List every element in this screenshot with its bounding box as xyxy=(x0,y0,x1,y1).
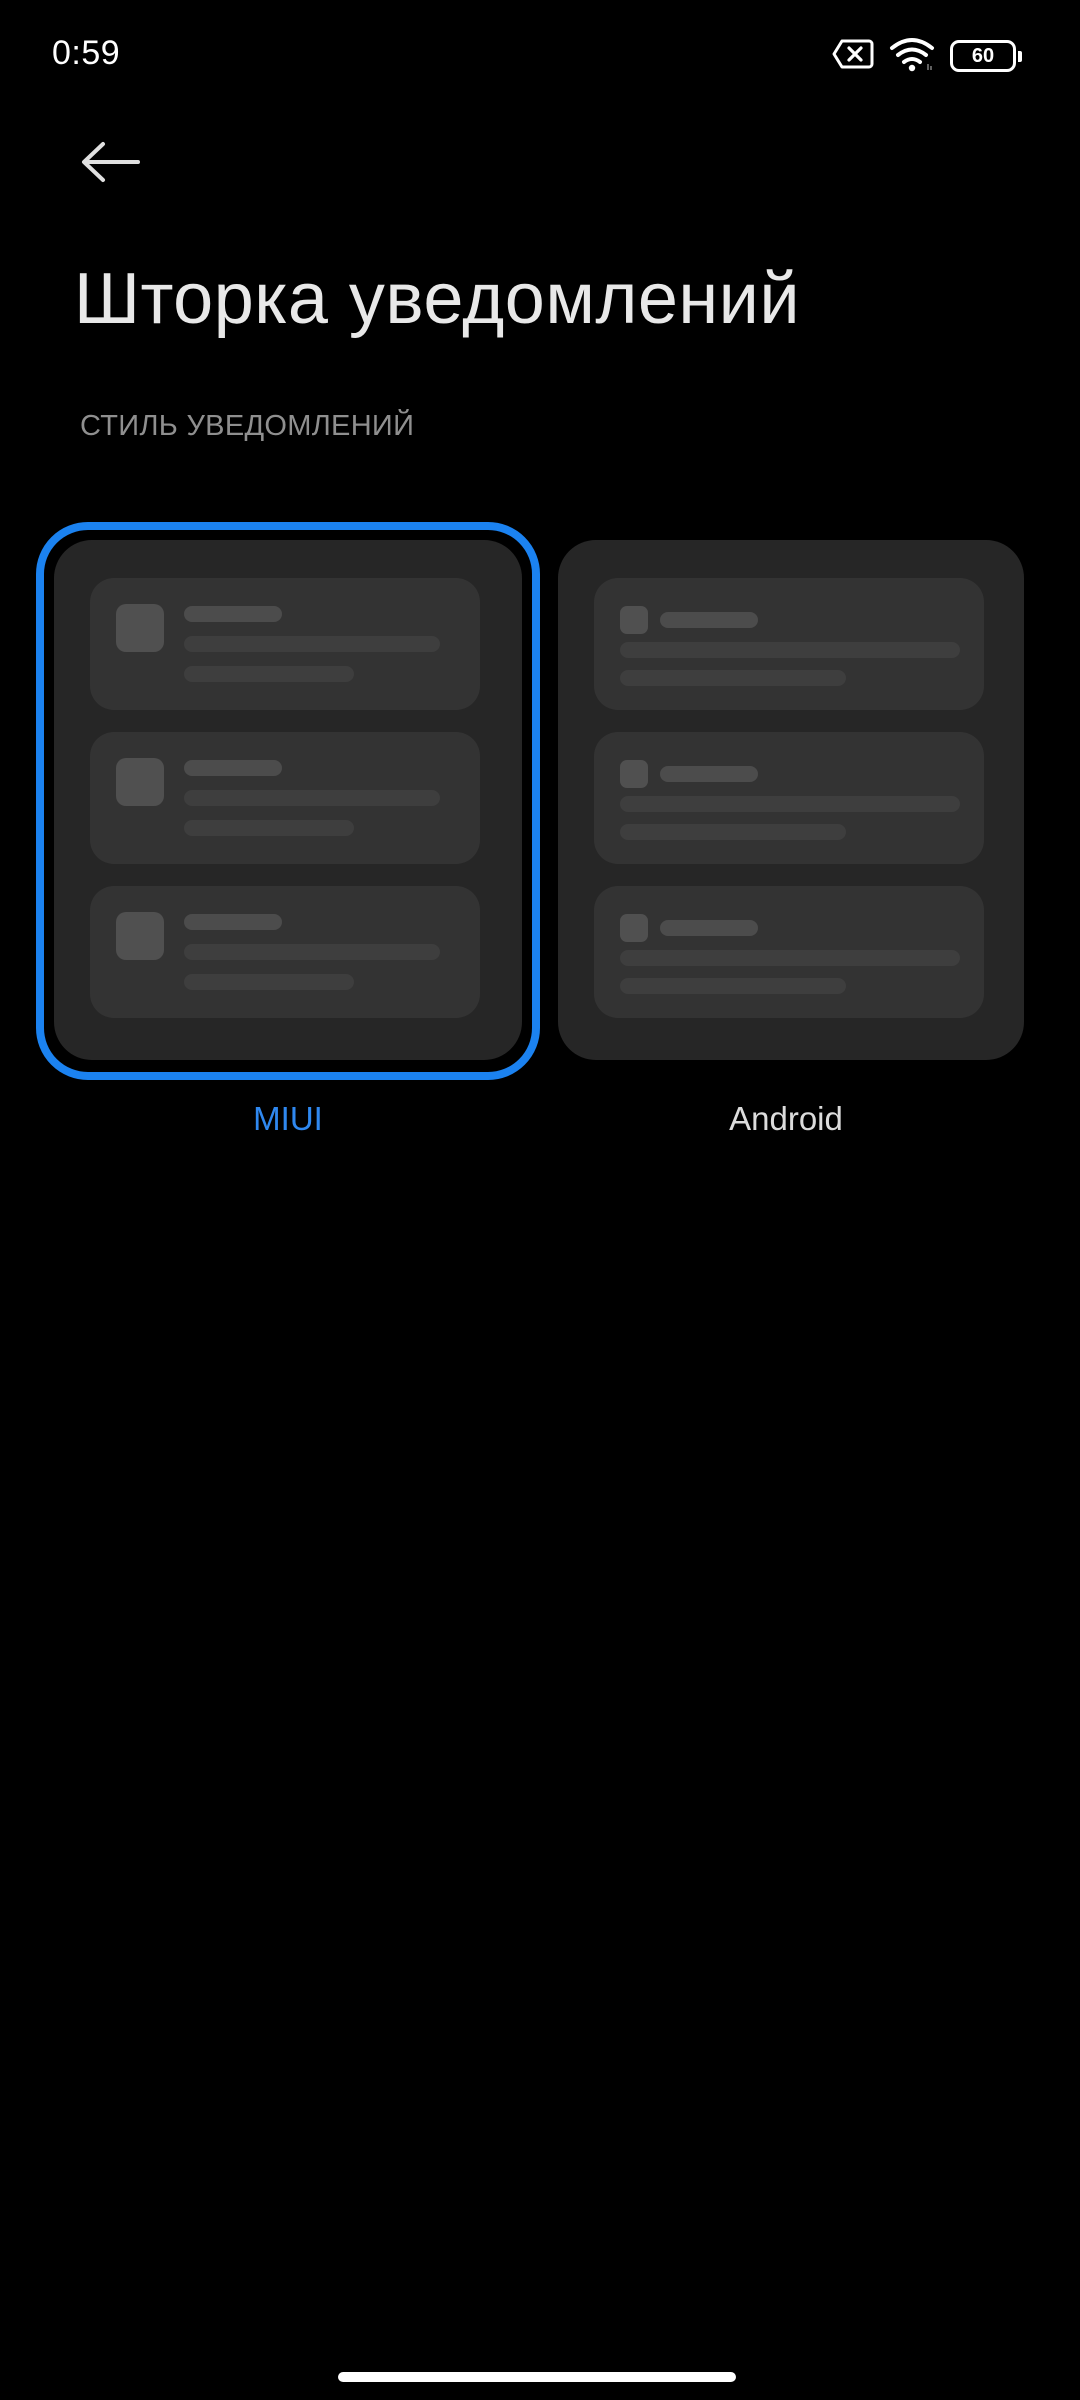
placeholder-title xyxy=(184,914,282,930)
placeholder-line xyxy=(620,796,960,812)
placeholder-title xyxy=(660,920,758,936)
selection-outline xyxy=(36,522,540,1080)
placeholder-line xyxy=(184,666,354,682)
battery-level: 60 xyxy=(971,45,995,67)
miui-preview xyxy=(54,540,522,1060)
placeholder-line xyxy=(620,642,960,658)
placeholder-line xyxy=(620,824,846,840)
section-header: СТИЛЬ УВЕДОМЛЕНИЙ xyxy=(80,410,415,442)
placeholder-line xyxy=(620,950,960,966)
home-indicator[interactable] xyxy=(338,2372,736,2382)
arrow-left-icon xyxy=(80,140,140,189)
placeholder-title xyxy=(184,760,282,776)
preview-notification xyxy=(594,578,984,710)
wifi-icon xyxy=(888,36,936,77)
placeholder-app-icon xyxy=(116,912,164,960)
placeholder-title xyxy=(184,606,282,622)
preview-notification xyxy=(90,578,480,710)
style-option-android[interactable]: Android xyxy=(558,522,1024,1137)
preview-notification xyxy=(594,732,984,864)
android-preview xyxy=(558,540,1024,1060)
status-time: 0:59 xyxy=(52,34,121,72)
status-icons: 60 xyxy=(832,34,1022,78)
placeholder-line xyxy=(620,978,846,994)
battery-icon: 60 xyxy=(950,40,1022,72)
placeholder-line xyxy=(184,636,440,652)
placeholder-line xyxy=(184,820,354,836)
page-title: Шторка уведомлений xyxy=(74,259,801,339)
preview-notification xyxy=(90,886,480,1018)
style-label-android: Android xyxy=(729,1100,843,1137)
placeholder-app-icon xyxy=(116,604,164,652)
placeholder-line xyxy=(620,670,846,686)
preview-notification xyxy=(90,732,480,864)
placeholder-title xyxy=(660,612,758,628)
placeholder-line xyxy=(184,944,440,960)
preview-notification xyxy=(594,886,984,1018)
back-button[interactable] xyxy=(72,136,148,192)
placeholder-line xyxy=(184,974,354,990)
no-sim-icon xyxy=(832,38,874,75)
placeholder-line xyxy=(184,790,440,806)
placeholder-title xyxy=(660,766,758,782)
placeholder-app-icon xyxy=(620,760,648,788)
placeholder-app-icon xyxy=(620,606,648,634)
placeholder-app-icon xyxy=(620,914,648,942)
placeholder-app-icon xyxy=(116,758,164,806)
style-option-miui[interactable]: MIUI xyxy=(36,522,540,1137)
status-bar: 0:59 60 xyxy=(0,0,1080,110)
style-label-miui: MIUI xyxy=(253,1100,323,1137)
